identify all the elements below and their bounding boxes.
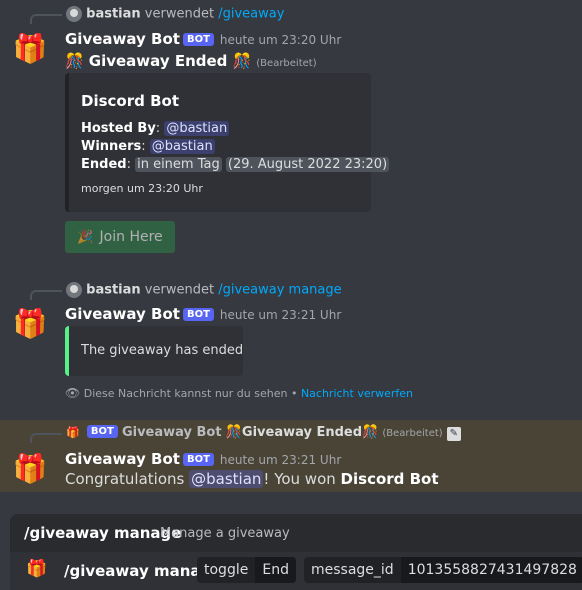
party-popper-icon: 🎉 (77, 229, 94, 245)
embed-fields: Hosted By: @bastian Winners: @bastian En… (81, 120, 390, 174)
confetti-icon: 🎊 (65, 52, 84, 70)
reply-username[interactable]: bastian (86, 283, 141, 298)
ended-date-wrap[interactable]: (29. August 2022 23:20) (225, 157, 390, 172)
prize-name: Discord Bot (340, 470, 439, 488)
command-autocomplete: /giveaway manage Manage a giveaway 🎁 /gi… (10, 514, 582, 590)
winners-row: Winners: @bastian (81, 139, 215, 154)
bot-badge: BOT (182, 33, 214, 46)
gift-icon[interactable]: 🎁 (10, 449, 50, 489)
bot-badge: BOT (86, 425, 118, 438)
ended-row: Ended: in einem Tag (29. August 2022 23:… (81, 157, 390, 172)
timestamp: heute um 23:20 Uhr (219, 33, 342, 47)
timestamp: heute um 23:21 Uhr (219, 453, 342, 467)
user-avatar-mini (66, 282, 82, 298)
gift-icon: 🎁 (26, 559, 48, 579)
username[interactable]: Giveaway Bot (65, 305, 180, 323)
gift-icon: 🎁 (66, 426, 80, 439)
reply-reference[interactable]: bastian verwendet /giveaway (66, 6, 284, 22)
you-won-text: ! You won (263, 470, 336, 488)
confetti-icon: 🎊 (232, 52, 252, 70)
reply-command[interactable]: /giveaway (218, 7, 284, 22)
pencil-icon: ✎ (446, 427, 461, 441)
confetti-icon: 🎊 (225, 425, 242, 440)
status-embed: The giveaway has ended (65, 326, 243, 376)
command-description: Manage a giveaway (160, 526, 290, 541)
winner-mention[interactable]: @bastian (189, 470, 264, 488)
message-header: Giveaway Bot BOT heute um 23:21 Uhr (65, 304, 341, 323)
gift-icon[interactable]: 🎁 (10, 29, 50, 69)
message-header: Giveaway Bot BOT heute um 23:21 Uhr (65, 449, 341, 468)
congrats-text: Congratulations (65, 470, 185, 488)
reply-verb: verwendet (144, 6, 215, 22)
username[interactable]: Giveaway Bot (65, 30, 180, 48)
reply-username[interactable]: Giveaway Bot (122, 425, 222, 440)
giveaway-embed: Discord Bot Hosted By: @bastian Winners:… (65, 73, 390, 212)
reply-connector (30, 14, 62, 24)
bot-badge: BOT (182, 308, 214, 321)
confetti-icon: 🎊 (362, 425, 379, 440)
join-here-button[interactable]: 🎉 Join Here (65, 221, 175, 253)
ephemeral-text: Diese Nachricht kannst nur du sehen • (83, 387, 298, 400)
username[interactable]: Giveaway Bot (65, 450, 180, 468)
reply-connector (30, 290, 62, 300)
ended-relative[interactable]: in einem Tag (135, 157, 222, 172)
command-input[interactable]: 🎁 /giveaway manage toggle End message_id 1… (10, 552, 582, 590)
reply-command[interactable]: /giveaway manage (218, 283, 341, 298)
status-text: The giveaway has ended (81, 343, 244, 358)
edited-label: (Bearbeitet) (382, 428, 443, 439)
command-name: /giveaway manage (24, 524, 182, 542)
option-value[interactable]: End (255, 557, 296, 583)
option-message-id[interactable]: message_id 1013558827431497828 (304, 557, 582, 583)
message-content: 🎊 Giveaway Ended 🎊 (Bearbeitet) (65, 51, 317, 70)
gift-icon[interactable]: 🎁 (10, 304, 50, 344)
reply-reference[interactable]: bastian verwendet /giveaway manage (66, 282, 342, 298)
reply-username[interactable]: bastian (86, 7, 141, 22)
edited-label: (Bearbeitet) (256, 58, 317, 69)
option-toggle[interactable]: toggle End (197, 557, 296, 583)
ephemeral-notice: 👁 Diese Nachricht kannst nur du sehen • … (65, 386, 413, 400)
message-content: Congratulations @bastian! You won Discor… (65, 470, 439, 488)
message-header: Giveaway Bot BOT heute um 23:20 Uhr (65, 29, 341, 48)
reply-verb: verwendet (144, 282, 215, 298)
reply-connector (30, 433, 62, 443)
reply-reference[interactable]: 🎁 BOT Giveaway Bot 🎊Giveaway Ended🎊 (Bea… (66, 425, 461, 441)
option-value[interactable]: 1013558827431497828 (400, 557, 582, 583)
dismiss-message-link[interactable]: Nachricht verwerfen (301, 387, 413, 400)
winner-mention[interactable]: @bastian (149, 139, 215, 154)
timestamp: heute um 23:21 Uhr (219, 308, 342, 322)
option-name: toggle (204, 562, 249, 578)
winners-label: Winners (81, 139, 142, 154)
command-suggestion[interactable]: /giveaway manage Manage a giveaway (10, 514, 582, 552)
embed-footer: morgen um 23:20 Uhr (81, 182, 203, 195)
eye-icon: 👁 (65, 386, 81, 400)
bot-badge: BOT (182, 453, 214, 466)
embed-title: Discord Bot (81, 92, 179, 110)
giveaway-heading: Giveaway Ended (88, 52, 228, 70)
hosted-by-label: Hosted By (81, 121, 156, 136)
reply-text: Giveaway Ended (241, 425, 363, 440)
join-button-label: Join Here (99, 229, 163, 245)
host-mention[interactable]: @bastian (164, 121, 230, 136)
ended-label: Ended (81, 157, 127, 172)
hosted-by-row: Hosted By: @bastian (81, 121, 230, 136)
user-avatar-mini (66, 6, 82, 22)
option-name: message_id (311, 562, 394, 578)
ended-date: 29. August 2022 23:20 (232, 157, 383, 172)
